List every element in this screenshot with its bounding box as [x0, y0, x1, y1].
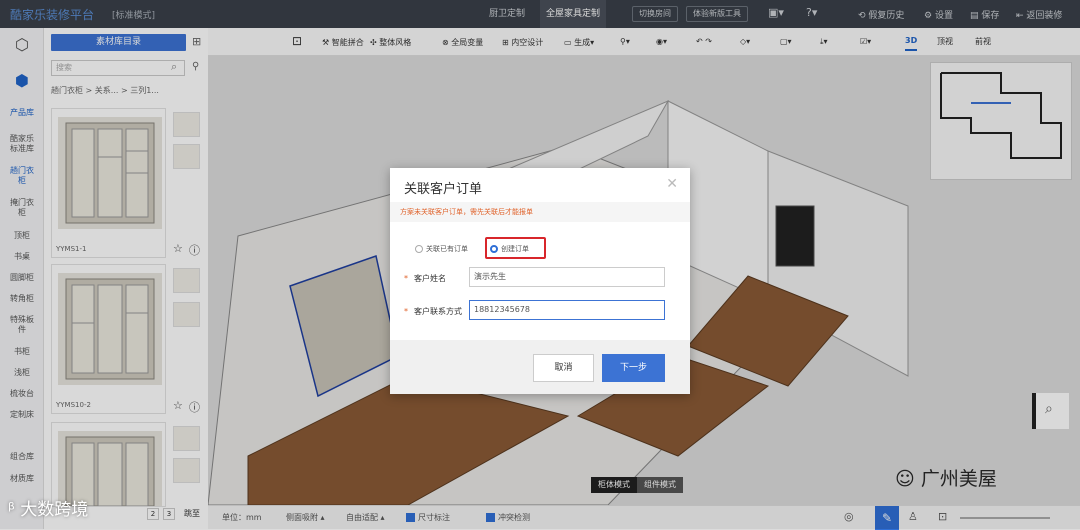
- watermark-right: ☺ 广州美屋: [895, 464, 997, 491]
- wechat-icon: ☺: [895, 468, 915, 490]
- radio-off: [415, 245, 423, 253]
- watermark-right-text: 广州美屋: [920, 468, 997, 490]
- radio-create-order[interactable]: 创建订单: [490, 244, 529, 254]
- next-step-button[interactable]: 下一步: [602, 354, 665, 382]
- dialog-title: 关联客户订单: [404, 182, 483, 197]
- radio-existing-label: 关联已有订单: [426, 245, 468, 253]
- notice-text: 方案未关联客户订单，需先关联后才能报单: [390, 202, 690, 222]
- close-icon[interactable]: ✕: [666, 176, 678, 192]
- customer-name-field[interactable]: 演示先生: [469, 267, 665, 287]
- customer-phone-field[interactable]: 18812345678: [469, 300, 665, 320]
- watermark-left: ᵝ 大数跨境: [8, 495, 88, 520]
- cancel-button[interactable]: 取消: [533, 354, 594, 382]
- radio-on: [490, 245, 498, 253]
- phone-label: * 客户联系方式: [404, 307, 462, 316]
- name-label: * 客户姓名: [404, 274, 446, 283]
- radio-existing-order[interactable]: 关联已有订单: [415, 244, 468, 254]
- radio-create-label: 创建订单: [501, 245, 529, 253]
- dialog-footer: 取消 下一步: [390, 340, 690, 394]
- watermark-left-text: 大数跨境: [20, 500, 89, 520]
- link-order-dialog: 关联客户订单 ✕ 方案未关联客户订单，需先关联后才能报单 关联已有订单 创建订单…: [390, 168, 690, 394]
- logo-icon: ᵝ: [8, 500, 15, 520]
